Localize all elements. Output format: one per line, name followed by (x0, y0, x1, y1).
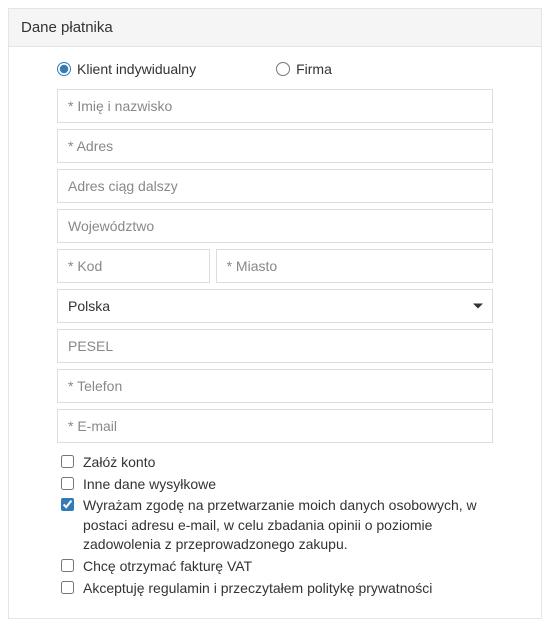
check-accept-terms-input[interactable] (61, 581, 74, 594)
country-select[interactable]: Polska (57, 289, 493, 323)
check-accept-terms[interactable]: Akceptuję regulamin i przeczytałem polit… (57, 579, 493, 599)
check-vat-invoice[interactable]: Chcę otrzymać fakturę VAT (57, 557, 493, 577)
check-vat-invoice-input[interactable] (61, 559, 74, 572)
email-field[interactable] (57, 409, 493, 443)
name-field[interactable] (57, 89, 493, 123)
payer-data-panel: Dane płatnika Klient indywidualny Firma … (8, 8, 542, 619)
radio-company[interactable]: Firma (276, 61, 332, 77)
radio-individual-input[interactable] (57, 62, 71, 76)
check-consent-opinion-input[interactable] (61, 498, 74, 511)
check-consent-opinion[interactable]: Wyrażam zgodę na przetwarzanie moich dan… (57, 496, 493, 555)
check-create-account-label: Załóż konto (83, 453, 493, 473)
panel-body: Klient indywidualny Firma Polska (9, 47, 541, 618)
radio-individual-label: Klient indywidualny (77, 61, 196, 77)
customer-type-radio-group: Klient indywidualny Firma (57, 61, 493, 77)
country-select-wrap: Polska (57, 289, 493, 323)
zip-city-row (57, 249, 493, 289)
city-field[interactable] (216, 249, 493, 283)
region-field[interactable] (57, 209, 493, 243)
radio-individual[interactable]: Klient indywidualny (57, 61, 196, 77)
address2-field[interactable] (57, 169, 493, 203)
check-other-shipping-label: Inne dane wysyłkowe (83, 475, 493, 495)
address-field[interactable] (57, 129, 493, 163)
radio-company-input[interactable] (276, 62, 290, 76)
phone-field[interactable] (57, 369, 493, 403)
check-vat-invoice-label: Chcę otrzymać fakturę VAT (83, 557, 493, 577)
check-other-shipping[interactable]: Inne dane wysyłkowe (57, 475, 493, 495)
checkbox-block: Załóż konto Inne dane wysyłkowe Wyrażam … (57, 453, 493, 598)
pesel-field[interactable] (57, 329, 493, 363)
check-accept-terms-label: Akceptuję regulamin i przeczytałem polit… (83, 579, 493, 599)
check-other-shipping-input[interactable] (61, 477, 74, 490)
check-create-account-input[interactable] (61, 455, 74, 468)
check-consent-opinion-label: Wyrażam zgodę na przetwarzanie moich dan… (83, 496, 493, 555)
radio-company-label: Firma (296, 61, 332, 77)
panel-title: Dane płatnika (9, 9, 541, 47)
check-create-account[interactable]: Załóż konto (57, 453, 493, 473)
zip-field[interactable] (57, 249, 210, 283)
